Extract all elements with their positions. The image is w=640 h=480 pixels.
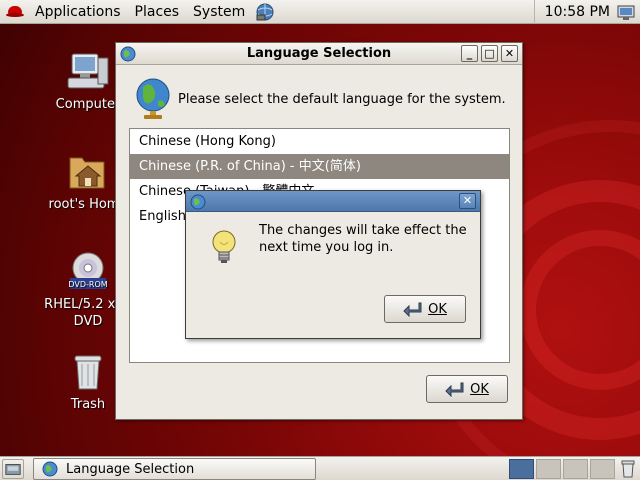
globe-icon <box>42 461 58 477</box>
window-titlebar[interactable]: Language Selection _ □ ✕ <box>116 43 522 65</box>
places-menu[interactable]: Places <box>128 0 187 24</box>
dialog-ok-label: OK <box>428 301 447 317</box>
system-menu[interactable]: System <box>186 0 252 24</box>
dialog-ok-button[interactable]: OK <box>384 295 466 323</box>
ok-button-label: OK <box>470 381 489 397</box>
window-title: Language Selection <box>246 46 392 61</box>
trash-icon <box>74 355 102 390</box>
top-panel: Applications Places System 10:58 PM <box>0 0 640 24</box>
dvd-badge-text: DVD-ROM <box>68 280 107 289</box>
enter-arrow-icon <box>403 302 422 317</box>
redhat-logo-icon[interactable] <box>6 4 24 20</box>
language-option-selected[interactable]: Chinese (P.R. of China) - 中文(简体) <box>130 154 509 179</box>
taskbar-window-label: Language Selection <box>66 461 195 477</box>
maximize-button[interactable]: □ <box>481 45 498 62</box>
enter-arrow-icon <box>445 382 464 397</box>
applications-menu[interactable]: Applications <box>28 0 128 24</box>
dvd-icon: DVD-ROM <box>68 252 108 289</box>
globe-icon <box>120 46 136 62</box>
globe-icon <box>136 78 170 119</box>
globe-icon <box>190 194 206 210</box>
minimize-button[interactable]: _ <box>461 45 478 62</box>
trash-applet-icon[interactable] <box>619 459 637 479</box>
bottom-panel: Language Selection <box>0 456 640 480</box>
prompt-text: Please select the default language for t… <box>178 91 506 107</box>
dialog-message-line: next time you log in. <box>259 240 394 255</box>
dialog-message-line: The changes will take effect the <box>259 223 467 238</box>
workspace-4[interactable] <box>590 459 615 479</box>
network-globe-icon[interactable] <box>254 2 276 22</box>
workspace-2[interactable] <box>536 459 561 479</box>
taskbar-window-button[interactable]: Language Selection <box>33 458 316 480</box>
computer-icon <box>67 53 109 89</box>
prompt-row: Please select the default language for t… <box>134 77 506 121</box>
dialog-titlebar[interactable]: ✕ <box>186 191 480 212</box>
close-button[interactable]: ✕ <box>501 45 518 62</box>
dialog-close-button[interactable]: ✕ <box>459 193 476 209</box>
clock[interactable]: 10:58 PM <box>533 0 610 24</box>
dialog-message: The changes will take effect the next ti… <box>259 222 474 256</box>
changes-notice-dialog: ✕ The changes will take effect the next … <box>185 190 481 339</box>
show-desktop-icon[interactable] <box>2 459 24 479</box>
workspace-3[interactable] <box>563 459 588 479</box>
network-status-icon[interactable] <box>616 2 636 22</box>
workspace-1[interactable] <box>509 459 534 479</box>
home-folder-icon <box>69 157 105 189</box>
ok-button[interactable]: OK <box>426 375 508 403</box>
language-option[interactable]: Chinese (Hong Kong) <box>130 129 509 154</box>
lightbulb-icon <box>212 230 236 263</box>
